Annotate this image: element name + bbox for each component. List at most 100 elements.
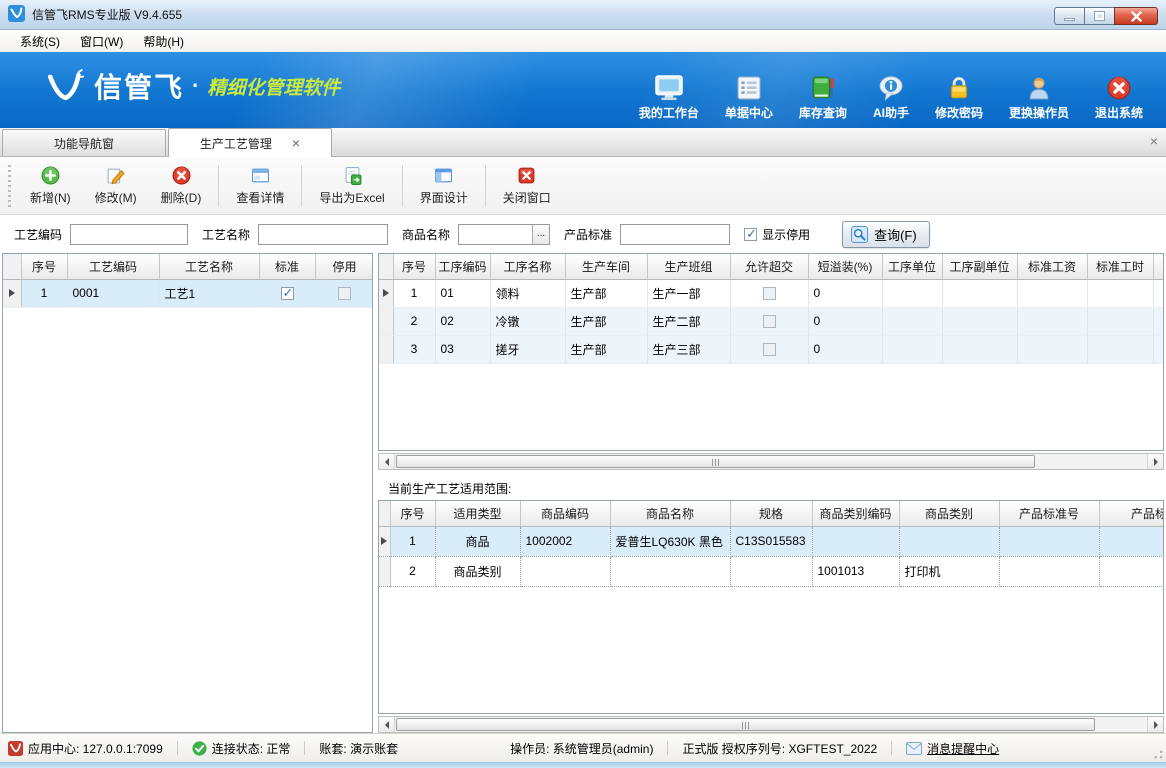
nav-inventory-query-button[interactable]: 库存查询 — [786, 73, 860, 123]
product-standard-input[interactable] — [620, 224, 730, 245]
cell-hours[interactable] — [1087, 279, 1153, 307]
ui-design-button[interactable]: 界面设计 — [408, 162, 480, 210]
column-header[interactable]: 生产车间 — [565, 254, 647, 279]
cell-unit[interactable] — [882, 307, 942, 335]
cell-workshop[interactable]: 生产部 — [565, 335, 647, 363]
row-selector[interactable] — [379, 279, 393, 307]
menu-item-system[interactable]: 系统(S) — [10, 31, 70, 52]
table-row[interactable]: 2 02 冷镦 生产部 生产二部 0 — [379, 307, 1164, 335]
cell-workshop[interactable]: 生产部 — [565, 279, 647, 307]
cell-name[interactable]: 领料 — [490, 279, 565, 307]
cell-spec[interactable]: C13S015583 — [730, 526, 812, 556]
column-header[interactable]: 标准 — [259, 254, 315, 279]
column-header[interactable]: 商品类别编码 — [812, 501, 899, 526]
cell-hours[interactable] — [1087, 307, 1153, 335]
column-header[interactable]: 允许超交 — [730, 254, 808, 279]
table-row[interactable]: 1 商品 1002002 爱普生LQ630K 黑色 C13S015583 — [379, 526, 1164, 556]
cell-code[interactable]: 02 — [435, 307, 490, 335]
column-header[interactable]: 序号 — [393, 254, 435, 279]
cell-disabled[interactable] — [315, 279, 373, 307]
cell-wage[interactable] — [1017, 307, 1087, 335]
scroll-thumb[interactable] — [396, 718, 1095, 731]
cell-standard[interactable] — [1099, 526, 1164, 556]
show-disabled-checkbox[interactable]: 显示停用 — [744, 226, 810, 243]
cell-standard-no[interactable] — [999, 526, 1099, 556]
cell-standard[interactable] — [1099, 556, 1164, 586]
table-row[interactable]: 3 03 搓牙 生产部 生产三部 0 — [379, 335, 1164, 363]
checkbox-icon[interactable] — [763, 287, 776, 300]
column-header[interactable]: 工序副单位 — [942, 254, 1017, 279]
product-lookup-button[interactable]: ... — [532, 225, 549, 244]
cell-workshop[interactable]: 生产部 — [565, 307, 647, 335]
scope-grid-hscrollbar[interactable] — [378, 716, 1164, 733]
cell-code[interactable]: 01 — [435, 279, 490, 307]
cell-shortage[interactable]: 0 — [808, 279, 882, 307]
menu-item-help[interactable]: 帮助(H) — [133, 31, 194, 52]
restore-button[interactable] — [1084, 7, 1114, 25]
row-selector[interactable] — [3, 279, 21, 307]
nav-document-center-button[interactable]: 单据中心 — [712, 73, 786, 123]
tabs-corner-close-icon[interactable]: × — [1150, 133, 1158, 149]
cell-seq[interactable]: 3 — [393, 335, 435, 363]
cell-standard[interactable] — [259, 279, 315, 307]
cell-category-code[interactable]: 1001013 — [812, 556, 899, 586]
row-selector[interactable] — [379, 307, 393, 335]
checkbox-icon[interactable] — [744, 228, 757, 241]
column-header[interactable]: 产品标 — [1099, 501, 1164, 526]
nav-ai-assistant-button[interactable]: AI助手 — [860, 73, 922, 123]
cell-team[interactable]: 生产二部 — [647, 307, 730, 335]
cell-category[interactable]: 打印机 — [899, 556, 999, 586]
cell-over[interactable] — [730, 279, 808, 307]
resize-grip[interactable] — [1154, 750, 1163, 759]
checkbox-icon[interactable] — [338, 287, 351, 300]
column-header[interactable]: 停用 — [315, 254, 373, 279]
cell-unit[interactable] — [882, 279, 942, 307]
cell-over[interactable] — [730, 335, 808, 363]
column-header[interactable]: 产品标准号 — [999, 501, 1099, 526]
column-header[interactable]: 规格 — [730, 501, 812, 526]
message-center-link[interactable]: 消息提醒中心 — [906, 740, 999, 757]
cell-subunit[interactable] — [942, 279, 1017, 307]
search-button[interactable]: 查询(F) — [842, 221, 930, 248]
cell-name[interactable]: 工艺1 — [159, 279, 259, 307]
cell-team[interactable]: 生产一部 — [647, 279, 730, 307]
cell-name[interactable]: 冷镦 — [490, 307, 565, 335]
checkbox-icon[interactable] — [763, 315, 776, 328]
close-window-button[interactable]: 关闭窗口 — [491, 162, 563, 210]
cell-seq[interactable]: 2 — [390, 556, 435, 586]
cell-seq[interactable]: 1 — [393, 279, 435, 307]
column-header[interactable]: 工艺名称 — [159, 254, 259, 279]
message-center-text[interactable]: 消息提醒中心 — [927, 740, 999, 757]
cell-seq[interactable]: 1 — [390, 526, 435, 556]
cell-category[interactable] — [899, 526, 999, 556]
nav-switch-operator-button[interactable]: 更换操作员 — [996, 73, 1082, 123]
scroll-left-button[interactable] — [379, 454, 395, 469]
nav-exit-system-button[interactable]: 退出系统 — [1082, 73, 1156, 123]
cell-shortage[interactable]: 0 — [808, 307, 882, 335]
column-header[interactable]: 工序编码 — [435, 254, 490, 279]
column-header[interactable]: 工序名称 — [490, 254, 565, 279]
tab-function-nav[interactable]: 功能导航窗 — [2, 129, 166, 156]
checkbox-icon[interactable] — [281, 287, 294, 300]
cell-team[interactable]: 生产三部 — [647, 335, 730, 363]
scroll-track[interactable] — [395, 454, 1147, 469]
table-row[interactable]: 1 0001 工艺1 — [3, 279, 373, 307]
scroll-right-button[interactable] — [1147, 717, 1163, 732]
column-header[interactable]: 标准工资 — [1017, 254, 1087, 279]
column-header[interactable]: 商品编码 — [520, 501, 610, 526]
cell-hours[interactable] — [1087, 335, 1153, 363]
nav-change-password-button[interactable]: 修改密码 — [922, 73, 996, 123]
process-name-input[interactable] — [258, 224, 388, 245]
operation-grid-hscrollbar[interactable] — [378, 453, 1164, 470]
close-button[interactable] — [1114, 7, 1158, 25]
table-row[interactable]: 2 商品类别 1001013 打印机 — [379, 556, 1164, 586]
nav-workbench-button[interactable]: 我的工作台 — [626, 73, 712, 123]
table-row[interactable]: 1 01 领料 生产部 生产一部 0 — [379, 279, 1164, 307]
cell-shortage[interactable]: 0 — [808, 335, 882, 363]
scroll-right-button[interactable] — [1147, 454, 1163, 469]
column-header[interactable]: 适用类型 — [435, 501, 520, 526]
cell-category-code[interactable] — [812, 526, 899, 556]
cell-subunit[interactable] — [942, 307, 1017, 335]
column-header[interactable]: 短溢装(%) — [808, 254, 882, 279]
column-header[interactable]: 序号 — [390, 501, 435, 526]
